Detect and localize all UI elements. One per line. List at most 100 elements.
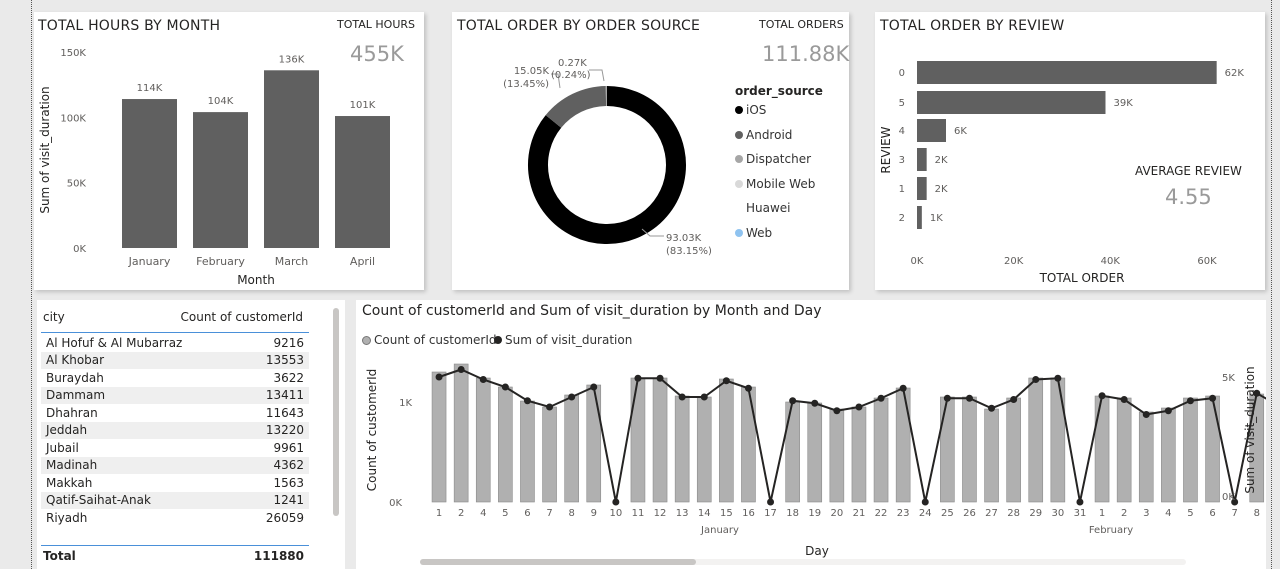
count-cell: 3622 [273,370,304,385]
city-table-body[interactable]: Al Hofuf & Al Mubarraz 9216 Al Khobar 13553… [41,334,309,541]
legend-item-mobile-web[interactable]: Mobile Web [735,177,815,191]
visit-duration-point [877,394,885,402]
visit-duration-point [523,397,531,405]
day-bar [741,386,756,503]
day-xtick-label: 29 [1029,508,1042,519]
count-cell: 1241 [242,491,309,509]
city-cell: Qatif-Saihat-Anak [41,491,243,509]
review-ytick-label: 2 [899,213,905,224]
total-value: 111880 [253,549,304,563]
city-cell: Dammam [41,386,243,404]
legend-item-web[interactable]: Web [735,226,772,240]
legend-item-android[interactable]: Android [735,128,792,142]
count-cell: 26059 [265,510,304,525]
count-cell: 11643 [265,405,304,420]
visit-duration-point [1054,374,1062,382]
hours-yaxis-label: Sum of visit_duration [38,86,52,213]
table-row[interactable]: Riyadh 26059 [41,509,309,527]
day-xtick-label: 16 [742,508,755,519]
legend-label: Web [746,225,773,240]
day-bar [564,394,579,503]
city-column-header[interactable]: city [43,310,65,324]
day-xtick-label: 24 [919,508,932,519]
table-row[interactable]: Al Khobar 13553 [41,351,309,369]
day-bar [1183,397,1198,503]
day-bar [1161,407,1176,503]
hours-ytick-label: 100K [60,113,86,124]
day-bar [851,406,867,503]
hours-ytick-label: 0K [73,244,86,255]
orders-by-source-card[interactable]: TOTAL ORDER BY ORDER SOURCE TOTAL ORDERS… [452,12,849,290]
hours-data-label: 101K [350,100,376,111]
table-row[interactable]: Madinah 4362 [41,456,309,474]
day-bar [674,395,690,503]
city-cell: Riyadh [46,510,88,525]
hours-data-label: 104K [208,96,234,107]
visit-duration-point [1010,396,1018,403]
day-bar [895,387,911,503]
table-row[interactable]: Buraydah 3622 [41,369,309,387]
day-xtick-label: 30 [1051,508,1064,519]
table-row[interactable]: Makkah 1563 [41,474,309,492]
visit-duration-point [656,374,664,382]
combo-chart-card[interactable]: Count of customerId and Sum of visit_dur… [356,300,1266,569]
day-xtick-label: 4 [1165,508,1171,519]
table-row[interactable]: Al Hofuf & Al Mubarraz 9216 [41,334,309,352]
visit-duration-point [789,397,797,405]
visit-duration-point [811,399,819,407]
hours-xtick-label: January [128,255,171,268]
table-row[interactable]: Qatif-Saihat-Anak 1241 [41,491,309,509]
month-group-label: January [700,525,739,536]
table-vertical-scrollbar[interactable] [333,308,339,516]
hours-bar-february [193,112,248,249]
table-row[interactable]: Dammam 13411 [41,386,309,404]
combo-ytick-label: 1K [399,398,412,409]
visit-duration-point [744,384,752,392]
day-xtick-label: 27 [985,508,998,519]
hours-bar-april [335,116,390,248]
header-divider [41,332,309,333]
horizontal-scrollbar-thumb[interactable] [420,559,696,565]
table-row[interactable]: Dhahran 11643 [41,404,309,422]
hours-ytick-label: 150K [60,48,86,59]
day-xtick-label: 17 [764,508,777,519]
review-bar-2 [917,206,922,229]
visit-duration-point [678,393,686,401]
combo-ytick-label: 0K [389,498,402,509]
review-data-label: 6K [954,126,967,137]
count-cell: 13553 [242,351,309,369]
day-bar [984,408,999,503]
day-xtick-label: 5 [502,508,508,519]
donut-label-ios-value: 93.03K [666,233,702,244]
day-bar [1006,397,1021,503]
legend-marker-icon [735,130,743,139]
visit-duration-point [1098,392,1106,400]
orders-by-review-card[interactable]: TOTAL ORDER BY REVIEW AVERAGE REVIEW 4.5… [875,12,1265,290]
day-xtick-label: 28 [1007,508,1020,519]
legend-item-ios[interactable]: iOS [735,103,766,117]
hours-by-month-card[interactable]: TOTAL HOURS BY MONTH TOTAL HOURS 455K 0K… [34,12,424,290]
city-cell: Makkah [46,475,93,490]
table-row[interactable]: Jubail 9961 [41,439,309,457]
day-xtick-label: 1 [1099,508,1105,519]
day-xtick-label: 21 [853,508,866,519]
city-table-card[interactable]: city Count of customerId Al Hofuf & Al M… [37,300,345,569]
legend-marker-icon [735,179,743,188]
day-bar [1028,377,1044,503]
day-xtick-label: 18 [786,508,799,519]
legend-label: Dispatcher [746,152,812,166]
legend-item-huawei[interactable]: Huawei [735,201,791,215]
city-cell: Al Khobar [41,351,243,369]
order-source-donut-chart: 93.03K (83.15%) 15.05K (13.45%) 0.27K(0.24%) [503,58,712,257]
review-bar-5 [917,91,1106,114]
legend-item-dispatcher[interactable]: Dispatcher [735,152,811,166]
table-row[interactable]: Jeddah 13220 [41,421,309,439]
total-divider [41,545,309,546]
hours-bar-chart: 0K 50K 100K 150K Sum of visit_duration 114K Ja… [38,48,390,287]
day-xtick-label: 25 [941,508,954,519]
city-table: Al Hofuf & Al Mubarraz 9216 Al Khobar 13553… [41,334,309,527]
review-xaxis-label: TOTAL ORDER [1039,271,1125,285]
count-column-header[interactable]: Count of customerId [181,310,304,324]
review-ytick-label: 5 [899,98,905,109]
day-bar [1050,377,1066,503]
